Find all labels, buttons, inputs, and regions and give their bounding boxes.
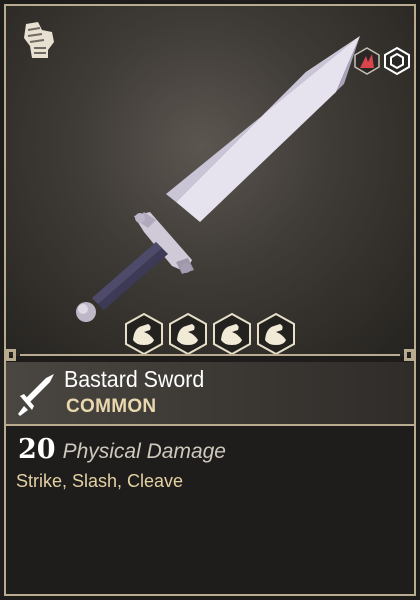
item-rarity: COMMON [66,396,157,417]
gauntlet-icon [24,22,54,58]
damage-type: Physical Damage [62,440,226,463]
damage-value: 20 [18,434,56,465]
damage-line: 20 Physical Damage [18,434,226,465]
item-name: Bastard Sword [64,366,205,392]
hexagon-slot-icon [384,46,410,76]
attack-types: Strike, Slash, Cleave [16,471,184,491]
fire-damage-icon [354,47,380,75]
sword-icon [18,374,54,416]
item-header: Bastard Sword COMMON [6,362,414,426]
item-card: Bastard Sword COMMON 20 Physical Damage … [0,0,420,600]
